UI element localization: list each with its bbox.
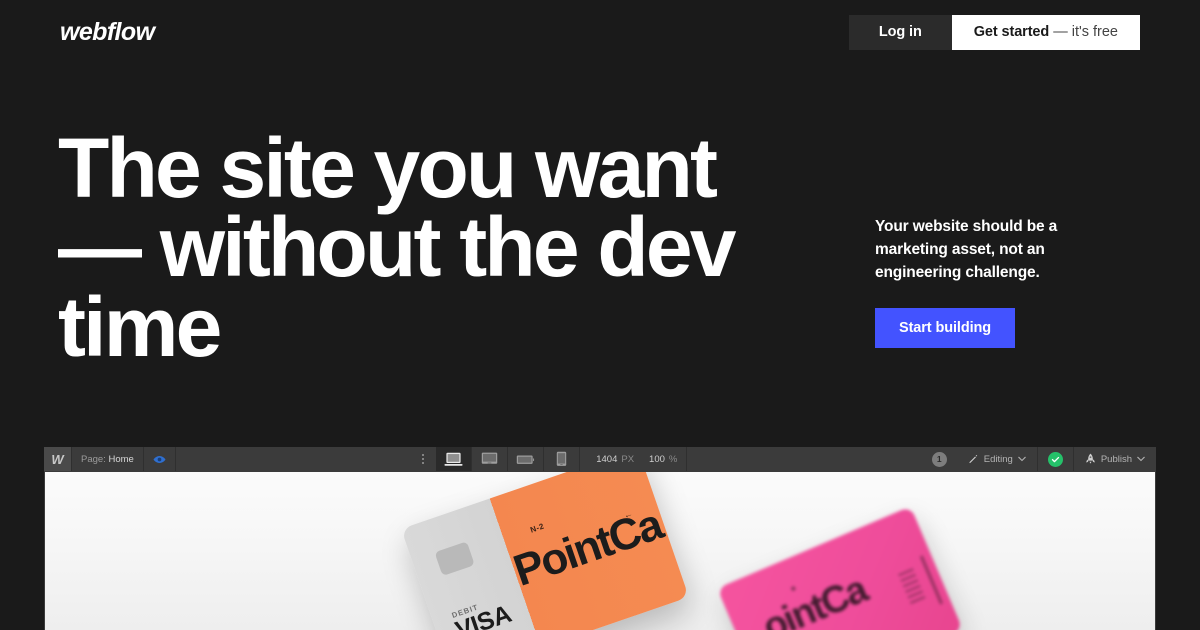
- card-brand-mark: VISA: [451, 599, 515, 630]
- canvas-width-value: 1404: [596, 453, 618, 465]
- page-root: webflow Log in Get started — it's free T…: [0, 0, 1200, 630]
- toolbar-left-spacer: [176, 447, 410, 471]
- designer-frame: W Page: Home 1404 PX 100 % 1 Editing Pub…: [44, 447, 1156, 630]
- designer-canvas[interactable]: ointCa N-2 DEBIT VISA N-2 PointCa ←: [45, 472, 1155, 630]
- get-started-subtext: — it's free: [1053, 23, 1118, 40]
- hero-section: The site you want — without the dev time…: [0, 64, 1200, 434]
- editing-mode-selector[interactable]: Editing: [957, 447, 1038, 471]
- pencil-icon: [969, 454, 977, 463]
- site-header: webflow Log in Get started — it's free: [0, 0, 1200, 64]
- zoom-level-value: 100: [649, 453, 665, 465]
- designer-toolbar: W Page: Home 1404 PX 100 % 1 Editing Pub…: [44, 447, 1156, 471]
- publish-label: Publish: [1100, 453, 1132, 465]
- get-started-label: Get started: [973, 23, 1050, 40]
- toolbar-right-spacer: [687, 447, 921, 471]
- card-pink: ointCa N-2: [717, 506, 963, 630]
- zoom-level-unit: %: [668, 453, 678, 465]
- breakpoint-tablet-landscape-icon[interactable]: [508, 447, 545, 471]
- canvas-width-display[interactable]: 1404 PX: [580, 447, 643, 471]
- webflow-logo[interactable]: webflow: [60, 19, 155, 45]
- card-pink-wordmark: ointCa: [757, 568, 873, 630]
- rocket-icon: [1086, 453, 1095, 464]
- page-selector-label: Page:: [81, 453, 106, 465]
- hero-subtitle: Your website should be a marketing asset…: [875, 218, 1058, 281]
- page-selector[interactable]: Page: Home: [72, 447, 144, 471]
- start-building-button[interactable]: Start building: [875, 308, 1016, 349]
- publish-button[interactable]: Publish: [1074, 447, 1156, 471]
- hero-side-column: Your website should be a marketing asset…: [875, 216, 1105, 349]
- get-started-button[interactable]: Get started — it's free: [951, 14, 1140, 50]
- card-pink-dot: [790, 585, 796, 592]
- card-chip-icon: [434, 541, 475, 577]
- editing-mode-label: Editing: [983, 453, 1013, 465]
- page-title: The site you want — without the dev time: [58, 121, 737, 374]
- canvas-width-unit: PX: [621, 453, 635, 465]
- more-options-icon[interactable]: [410, 447, 436, 471]
- breakpoint-desktop-icon[interactable]: [436, 447, 473, 471]
- header-actions: Log in Get started — it's free: [848, 14, 1140, 50]
- designer-logo-icon[interactable]: W: [44, 447, 72, 471]
- saved-check-icon: [1047, 451, 1063, 467]
- collaborator-count: 1: [931, 451, 947, 467]
- zoom-level-display[interactable]: 100 %: [643, 447, 688, 471]
- chevron-down-icon: [1137, 456, 1145, 462]
- login-button[interactable]: Log in: [848, 14, 952, 50]
- card-orange-code: N-2: [529, 521, 546, 535]
- breakpoint-mobile-icon[interactable]: [544, 447, 581, 471]
- preview-eye-icon[interactable]: [144, 447, 176, 471]
- card-pink-lines: [898, 568, 927, 606]
- chevron-down-icon: [1018, 456, 1026, 462]
- collaborator-avatar[interactable]: 1: [922, 447, 957, 471]
- card-orange-wordmark: PointCa: [507, 499, 668, 596]
- breakpoint-tablet-icon[interactable]: [472, 447, 509, 471]
- card-orange: DEBIT VISA N-2 PointCa ←: [401, 472, 689, 630]
- status-badge: [1038, 447, 1074, 471]
- page-selector-value: Home: [108, 453, 134, 465]
